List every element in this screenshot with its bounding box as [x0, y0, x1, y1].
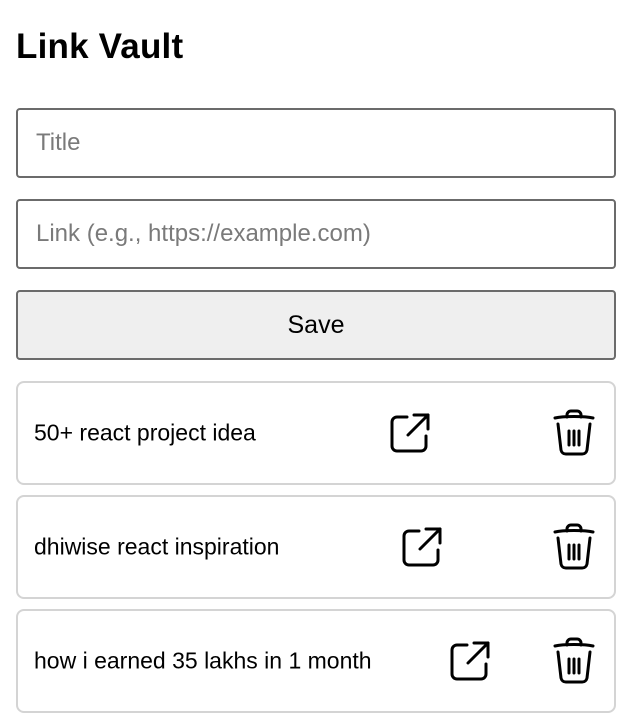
link-card: how i earned 35 lakhs in 1 month	[16, 609, 616, 713]
trash-icon	[553, 523, 595, 570]
link-vault-app: Link Vault Save 50+ react project idea	[0, 0, 628, 720]
link-input[interactable]	[16, 199, 616, 269]
delete-link-button[interactable]	[550, 521, 598, 573]
open-link-button[interactable]	[446, 635, 494, 687]
open-link-button[interactable]	[386, 407, 434, 459]
page-title: Link Vault	[16, 27, 184, 66]
external-link-icon	[402, 527, 442, 567]
link-list: 50+ react project idea dhiwise react ins…	[16, 381, 616, 713]
trash-icon	[553, 409, 595, 456]
trash-icon	[553, 637, 595, 684]
external-link-icon	[450, 641, 490, 681]
external-link-icon	[390, 413, 430, 453]
delete-link-button[interactable]	[550, 635, 598, 687]
delete-link-button[interactable]	[550, 407, 598, 459]
open-link-button[interactable]	[398, 521, 446, 573]
title-input[interactable]	[16, 108, 616, 178]
link-card: dhiwise react inspiration	[16, 495, 616, 599]
save-button[interactable]: Save	[16, 290, 616, 360]
link-title: how i earned 35 lakhs in 1 month	[34, 647, 372, 674]
link-title: dhiwise react inspiration	[34, 533, 280, 560]
link-card: 50+ react project idea	[16, 381, 616, 485]
link-title: 50+ react project idea	[34, 419, 256, 446]
